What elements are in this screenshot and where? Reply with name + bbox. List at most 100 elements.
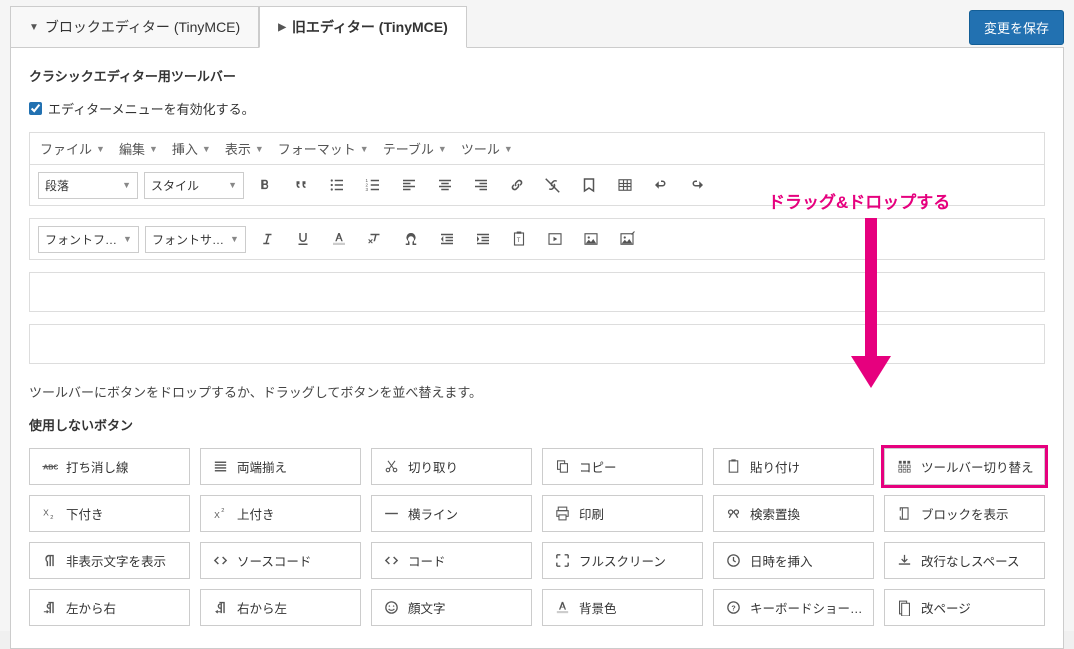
bold-icon[interactable] (250, 171, 280, 199)
unused-btn-emoji[interactable]: 顔文字 (371, 589, 532, 626)
paste-icon (724, 458, 742, 476)
svg-text:?: ? (731, 604, 735, 612)
insert-image-icon[interactable] (576, 225, 606, 253)
toolbar-row-3[interactable] (29, 272, 1045, 312)
align-right-icon[interactable] (466, 171, 496, 199)
caret-icon: ▼ (504, 144, 513, 154)
unused-btn-label: 右から左 (237, 598, 287, 617)
cut-icon (382, 458, 400, 476)
unused-btn-label: 両端揃え (237, 457, 287, 476)
caret-icon: ▼ (228, 180, 237, 190)
kbshort-icon: ? (724, 599, 742, 617)
toolbar-row-4[interactable] (29, 324, 1045, 364)
unused-btn-kbshort[interactable]: ?キーボードショー… (713, 589, 874, 626)
find-icon (724, 505, 742, 523)
table-icon[interactable] (610, 171, 640, 199)
blockquote-icon[interactable] (286, 171, 316, 199)
unused-btn-find[interactable]: 検索置換 (713, 495, 874, 532)
unused-btn-paste[interactable]: 貼り付け (713, 448, 874, 485)
unlink-icon[interactable] (538, 171, 568, 199)
panel: クラシックエディター用ツールバー エディターメニューを有効化する。 ファイル▼ … (10, 47, 1064, 649)
caret-icon: ▼ (96, 144, 105, 154)
unused-btn-ltr[interactable]: 左から右 (29, 589, 190, 626)
menu-file[interactable]: ファイル▼ (40, 139, 105, 158)
underline-icon[interactable] (288, 225, 318, 253)
fontfamily-dropdown[interactable]: フォントフ…▼ (38, 226, 139, 253)
unused-btn-label: 背景色 (579, 598, 617, 617)
menu-tools[interactable]: ツール▼ (461, 139, 513, 158)
unused-btn-blocks[interactable]: ブロックを表示 (884, 495, 1045, 532)
unused-btn-source[interactable]: ソースコード (200, 542, 361, 579)
unused-btn-code[interactable]: コード (371, 542, 532, 579)
bullet-list-icon[interactable] (322, 171, 352, 199)
unused-btn-datetime[interactable]: 日時を挿入 (713, 542, 874, 579)
unused-btn-sub[interactable]: X2下付き (29, 495, 190, 532)
fullscreen-icon (553, 552, 571, 570)
textcolor-icon[interactable] (324, 225, 354, 253)
link-icon[interactable] (502, 171, 532, 199)
menu-format[interactable]: フォーマット▼ (278, 139, 369, 158)
svg-text:2: 2 (221, 508, 224, 514)
emoji-icon (382, 599, 400, 617)
menu-table[interactable]: テーブル▼ (383, 139, 447, 158)
enable-menu-label: エディターメニューを有効化する。 (48, 99, 255, 118)
unused-btn-justify[interactable]: 両端揃え (200, 448, 361, 485)
save-button[interactable]: 変更を保存 (969, 10, 1064, 45)
unused-btn-hr[interactable]: 横ライン (371, 495, 532, 532)
enable-menu-checkbox[interactable] (29, 102, 42, 115)
unused-btn-rtl[interactable]: 右から左 (200, 589, 361, 626)
svg-text:ABC: ABC (43, 463, 58, 471)
tab-classic-editor[interactable]: ▶ 旧エディター (TinyMCE) (259, 6, 467, 48)
tab-block-editor[interactable]: ▼ ブロックエディター (TinyMCE) (10, 6, 259, 48)
insert-media-icon[interactable] (540, 225, 570, 253)
unused-btn-strike[interactable]: ABC打ち消し線 (29, 448, 190, 485)
redo-icon[interactable] (682, 171, 712, 199)
toolbar-row-2[interactable]: フォントフ…▼ フォントサ…▼ T (29, 218, 1045, 260)
toggle-icon (895, 458, 913, 476)
paste-text-icon[interactable]: T (504, 225, 534, 253)
sub-icon: X2 (40, 505, 58, 523)
unused-btn-label: コピー (579, 457, 617, 476)
unused-btn-nbsp[interactable]: 改行なしスペース (884, 542, 1045, 579)
anchor-icon[interactable] (612, 225, 642, 253)
unused-btn-fullscreen[interactable]: フルスクリーン (542, 542, 703, 579)
unused-btn-invis[interactable]: 非表示文字を表示 (29, 542, 190, 579)
menu-view[interactable]: 表示▼ (225, 139, 264, 158)
indent-icon[interactable] (468, 225, 498, 253)
unused-btn-bgcolor[interactable]: 背景色 (542, 589, 703, 626)
menu-edit[interactable]: 編集▼ (119, 139, 158, 158)
clearformat-icon[interactable] (360, 225, 390, 253)
ordered-list-icon[interactable]: 123 (358, 171, 388, 199)
format-dropdown[interactable]: 段落▼ (38, 172, 138, 199)
unused-btn-label: 非表示文字を表示 (66, 551, 166, 570)
unused-btn-sup[interactable]: X2上付き (200, 495, 361, 532)
ltr-icon (40, 599, 58, 617)
caret-icon: ▼ (149, 144, 158, 154)
unused-btn-copy[interactable]: コピー (542, 448, 703, 485)
style-dropdown[interactable]: スタイル▼ (144, 172, 244, 199)
enable-menu-checkbox-row[interactable]: エディターメニューを有効化する。 (29, 99, 1045, 118)
unused-btn-label: 顔文字 (408, 598, 446, 617)
align-left-icon[interactable] (394, 171, 424, 199)
menu-insert[interactable]: 挿入▼ (172, 139, 211, 158)
caret-icon: ▼ (360, 144, 369, 154)
fontsize-dropdown[interactable]: フォントサ…▼ (145, 226, 246, 253)
italic-icon[interactable] (252, 225, 282, 253)
chevron-down-icon: ▼ (29, 22, 39, 33)
undo-icon[interactable] (646, 171, 676, 199)
copy-icon (553, 458, 571, 476)
align-center-icon[interactable] (430, 171, 460, 199)
special-char-icon[interactable] (396, 225, 426, 253)
unused-btn-print[interactable]: 印刷 (542, 495, 703, 532)
unused-btn-toggle[interactable]: ツールバー切り替え (884, 448, 1045, 485)
outdent-icon[interactable] (432, 225, 462, 253)
hr-icon (382, 505, 400, 523)
unused-btn-pagebreak[interactable]: 改ページ (884, 589, 1045, 626)
unused-btn-cut[interactable]: 切り取り (371, 448, 532, 485)
topbar: ▼ ブロックエディター (TinyMCE) ▶ 旧エディター (TinyMCE)… (0, 0, 1074, 48)
bookmark-icon[interactable] (574, 171, 604, 199)
caret-icon: ▼ (230, 234, 239, 244)
unused-btn-label: ツールバー切り替え (921, 457, 1034, 476)
bgcolor-icon (553, 599, 571, 617)
unused-btn-label: 日時を挿入 (750, 551, 813, 570)
